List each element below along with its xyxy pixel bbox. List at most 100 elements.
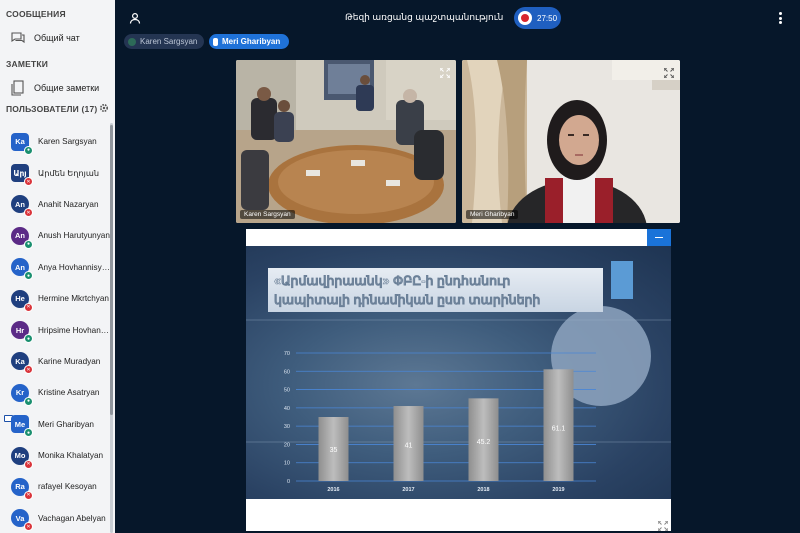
- talking-indicator-meri[interactable]: Meri Gharibyan: [209, 34, 289, 49]
- x-tick-label: 2016: [327, 487, 339, 493]
- avatar: An ●: [11, 258, 33, 281]
- y-tick-label: 60: [284, 369, 290, 375]
- user-list-item[interactable]: Hr ● Hripsime Hovhanni...: [0, 314, 110, 345]
- user-list-item[interactable]: Kr ● Kristine Asatryan: [0, 377, 110, 408]
- top-bar: Թեզի առցանց պաշտպանություն 27:50: [115, 0, 800, 34]
- talker-name: Karen Sargsyan: [140, 37, 198, 46]
- y-tick-label: 50: [284, 388, 290, 394]
- user-list-item[interactable]: An ● Anush Harutyunyan: [0, 220, 110, 251]
- avatar-initials: An: [15, 199, 25, 209]
- microphone-icon: [213, 37, 218, 46]
- gear-icon[interactable]: [99, 103, 109, 115]
- more-options-icon[interactable]: [779, 12, 782, 24]
- user-name: Monika Khalatyan: [38, 451, 104, 461]
- scrollbar-thumb[interactable]: [110, 125, 113, 415]
- bar-value-label: 61.1: [552, 426, 566, 433]
- y-tick-label: 0: [287, 479, 290, 485]
- user-name: rafayel Kesoyan: [38, 482, 97, 492]
- video-tile-meri[interactable]: Meri Gharibyan: [462, 60, 680, 223]
- webcam-person-image: [462, 60, 680, 223]
- user-list-item[interactable]: Ra ✕ rafayel Kesoyan: [0, 471, 110, 502]
- avatar-initials: Mo: [14, 451, 26, 461]
- avatar: Ka ●: [11, 132, 33, 155]
- sidebar: СООБЩЕНИЯ Общий чат ЗАМЕТКИ Общие заметк…: [0, 0, 115, 533]
- video-label: Karen Sargsyan: [240, 210, 295, 219]
- microphone-icon: ●: [24, 145, 33, 155]
- muted-mic-icon: ✕: [24, 490, 33, 500]
- user-name: Karen Sargsyan: [38, 137, 97, 147]
- notes-title: ЗАМЕТКИ: [6, 59, 49, 69]
- user-icon[interactable]: [129, 11, 141, 24]
- recording-indicator[interactable]: 27:50: [514, 7, 561, 29]
- user-name: Anya Hovhannisyan: [38, 262, 110, 272]
- avatar-initials: An: [15, 262, 25, 272]
- muted-mic-icon: ✕: [24, 208, 33, 218]
- minimize-presentation-button[interactable]: [647, 229, 671, 246]
- fullscreen-icon[interactable]: [663, 65, 675, 79]
- user-list-item[interactable]: Me ● Meri Gharibyan: [0, 409, 110, 440]
- minus-icon: [655, 236, 663, 239]
- y-tick-label: 10: [284, 461, 290, 467]
- record-icon: [518, 11, 532, 25]
- user-name: Meri Gharibyan: [38, 419, 94, 429]
- public-chat-item[interactable]: Общий чат: [0, 25, 115, 51]
- user-name: Anahit Nazaryan: [38, 199, 99, 209]
- messages-title: СООБЩЕНИЯ: [6, 9, 66, 19]
- avatar-initials: An: [15, 231, 25, 241]
- chat-icon: [10, 30, 26, 46]
- user-name: Արմեն Եղոյան: [38, 169, 100, 179]
- presentation-area[interactable]: «Արմավիրաանկ» ՓԲԸ-ի ընդհանուր կապիտալի դ…: [246, 229, 671, 532]
- user-list-item[interactable]: An ✕ Anahit Nazaryan: [0, 189, 110, 220]
- shared-notes-label: Общие заметки: [34, 83, 100, 93]
- user-list-item[interactable]: Mo ✕ Monika Khalatyan: [0, 440, 110, 471]
- bar-value-label: 35: [330, 447, 338, 454]
- fullscreen-icon[interactable]: [439, 65, 451, 79]
- bar-value-label: 41: [405, 442, 413, 449]
- user-list-item[interactable]: Ka ✕ Karine Muradyan: [0, 346, 110, 377]
- microphone-icon: ●: [24, 428, 33, 438]
- avatar-initials: Ka: [15, 137, 25, 147]
- microphone-icon: ●: [24, 271, 33, 281]
- avatar-initials: Kr: [15, 388, 25, 398]
- talking-indicator-karen[interactable]: Karen Sargsyan: [124, 34, 204, 49]
- video-label: Meri Gharibyan: [466, 210, 519, 219]
- video-tile-karen[interactable]: Karen Sargsyan: [236, 60, 456, 223]
- avatar: An ✕: [11, 195, 33, 218]
- muted-mic-icon: ✕: [24, 302, 33, 312]
- y-tick-label: 20: [284, 442, 290, 448]
- avatar-initials: Ra: [15, 482, 25, 492]
- user-list: Ka ● Karen Sargsyan Արյ ✕ Արմեն Եղոյան An ✕ Anah…: [0, 126, 110, 533]
- y-tick-label: 40: [284, 406, 290, 412]
- microphone-icon: ●: [24, 334, 33, 344]
- user-name: Anush Harutyunyan: [38, 231, 110, 241]
- avatar-initials: He: [15, 294, 25, 304]
- user-name: Vachagan Abelyan: [38, 513, 106, 523]
- user-list-item[interactable]: An ● Anya Hovhannisyan: [0, 252, 110, 283]
- messages-section-title: СООБЩЕНИЯ: [0, 0, 115, 19]
- avatar-initials: Hr: [15, 325, 25, 335]
- conference-room-image: [236, 60, 456, 223]
- shared-notes-item[interactable]: Общие заметки: [0, 75, 115, 101]
- users-title: ПОЛЬЗОВАТЕЛИ (17): [6, 104, 98, 114]
- user-list-item[interactable]: Va ✕ Vachagan Abelyan: [0, 503, 110, 533]
- avatar: Արյ ✕: [11, 164, 33, 187]
- muted-mic-icon: ✕: [24, 522, 33, 532]
- user-list-item[interactable]: He ✕ Hermine Mkrtchyan: [0, 283, 110, 314]
- avatar: Me ●: [11, 415, 33, 438]
- meeting-title: Թեզի առցանց պաշտպանություն: [345, 12, 504, 22]
- users-section-header: ПОЛЬЗОВАТЕЛИ (17): [0, 103, 115, 115]
- fullscreen-icon[interactable]: [657, 518, 669, 532]
- microphone-icon: ●: [24, 396, 33, 406]
- user-name: Hermine Mkrtchyan: [38, 294, 109, 304]
- avatar-initials: Me: [14, 419, 26, 429]
- avatar: Hr ●: [11, 321, 33, 344]
- user-list-item[interactable]: Արյ ✕ Արմեն Եղոյան: [0, 157, 110, 188]
- slide-title-line1: «Արմավիրաանկ» ՓԲԸ-ի ընդհանուր: [274, 273, 510, 288]
- avatar-initials: Va: [15, 513, 25, 523]
- user-list-item[interactable]: Ka ● Karen Sargsyan: [0, 126, 110, 157]
- muted-mic-icon: ✕: [24, 365, 33, 375]
- y-tick-label: 70: [284, 351, 290, 357]
- notes-icon: [10, 80, 26, 96]
- avatar: Kr ●: [11, 383, 33, 406]
- x-tick-label: 2017: [402, 487, 414, 493]
